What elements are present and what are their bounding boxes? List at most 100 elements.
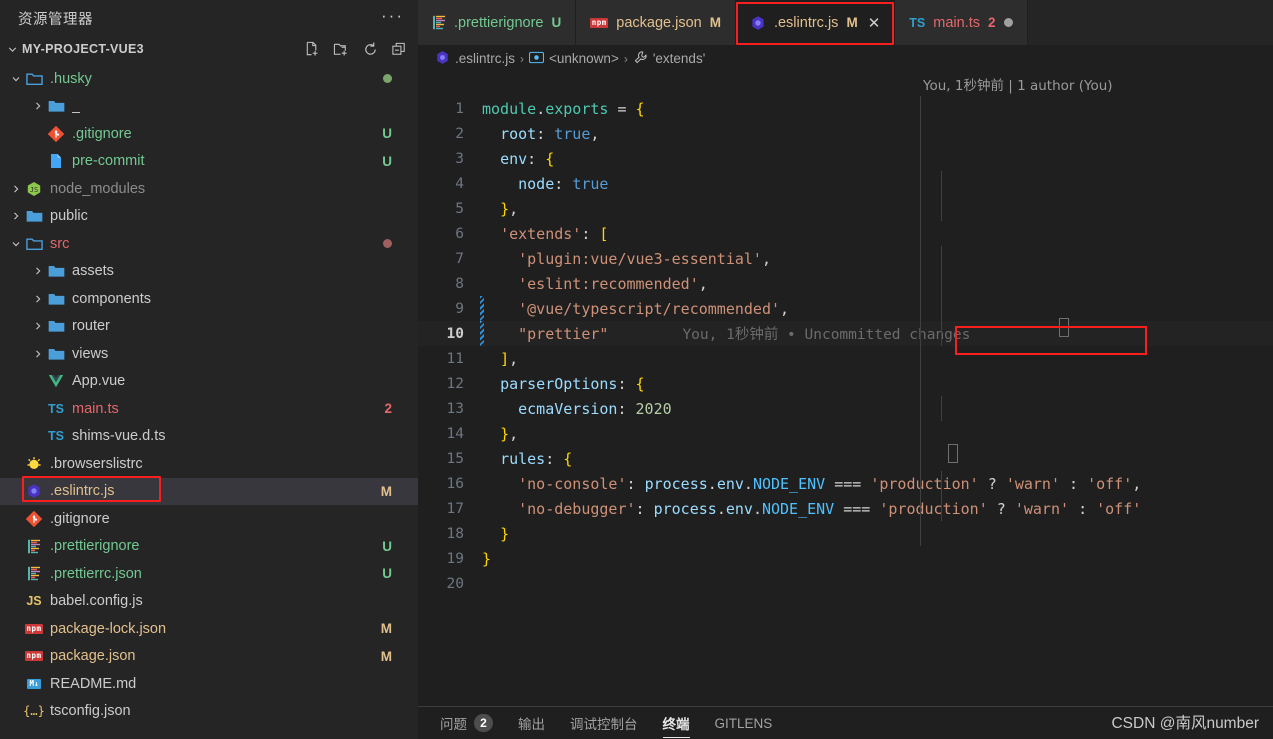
refresh-icon[interactable] <box>362 41 379 58</box>
tree-item-prettierrc-json[interactable]: .prettierrc.json U <box>0 560 418 588</box>
indent-guide <box>941 171 942 221</box>
chevron-right-icon[interactable] <box>8 181 24 197</box>
code-line[interactable]: 10 "prettier" You, 1秒钟前 • Uncommitted cha… <box>418 321 1273 346</box>
tree-item-label: App.vue <box>72 373 126 390</box>
tree-item-gitignore[interactable]: .gitignore U <box>0 120 418 148</box>
editor-tab-dirty-dot[interactable] <box>1003 18 1013 27</box>
chevron-right-icon[interactable] <box>30 318 46 334</box>
code-editor[interactable]: 1 module.exports = {2 root: true, 3 env: {… <box>418 96 1273 706</box>
line-number: 18 <box>446 525 464 542</box>
editor-tab-prettierignore[interactable]: .prettierignore U <box>418 0 577 45</box>
tree-item-label: src <box>50 235 70 252</box>
tree-item-prettierignore[interactable]: .prettierignore U <box>0 533 418 561</box>
tree-item-App-vue[interactable]: App.vue <box>0 368 418 396</box>
matching-bracket-highlight <box>1059 318 1069 337</box>
tree-item-router[interactable]: router <box>0 313 418 341</box>
folder-icon <box>46 262 66 280</box>
editor-tab-main-ts[interactable]: TS main.ts 2 <box>895 0 1028 45</box>
editor-tab-bar[interactable]: .prettierignore Unpm package.json M .eslintr… <box>418 0 1273 45</box>
tree-item-views[interactable]: views <box>0 340 418 368</box>
code-line[interactable]: 12 parserOptions: { <box>418 371 1273 396</box>
tree-item-tsconfig-json[interactable]: {…} tsconfig.json <box>0 698 418 726</box>
panel-tab-1[interactable]: 输出 <box>518 707 545 739</box>
eslint-icon <box>24 482 44 500</box>
editor-tab-package-json[interactable]: npm package.json M <box>576 0 736 45</box>
breadcrumb-member[interactable]: 'extends' <box>633 50 705 68</box>
chevron-down-icon[interactable] <box>8 71 24 87</box>
panel-tab-label: 输出 <box>518 717 545 732</box>
chevron-right-icon[interactable] <box>30 98 46 114</box>
chevron-down-icon[interactable] <box>4 41 20 57</box>
new-file-icon[interactable] <box>304 41 321 58</box>
project-root-header[interactable]: MY-PROJECT-VUE3 <box>0 36 418 62</box>
line-number: 7 <box>455 250 464 267</box>
tree-item-babel-config-js[interactable]: JS babel.config.js <box>0 588 418 616</box>
code-line[interactable]: 17 'no-debugger': process.env.NODE_ENV =… <box>418 496 1273 521</box>
code-line[interactable]: 18 } <box>418 521 1273 546</box>
tree-item-shims-vue-d-ts[interactable]: TS shims-vue.d.ts <box>0 423 418 451</box>
code-line-text: 'no-console': process.env.NODE_ENV === '… <box>518 474 1142 493</box>
eslint-icon <box>750 15 766 31</box>
tree-item-node_modules[interactable]: JS node_modules <box>0 175 418 203</box>
tree-item-label: .prettierrc.json <box>50 565 142 582</box>
breadcrumb-file-label: .eslintrc.js <box>455 51 516 66</box>
indent-guide <box>941 396 942 421</box>
panel-tab-4[interactable]: GITLENS <box>715 707 773 739</box>
breadcrumb-file[interactable]: .eslintrc.js <box>435 50 515 68</box>
code-line[interactable]: 11 ], <box>418 346 1273 371</box>
code-line[interactable]: 2 root: true, <box>418 121 1273 146</box>
tree-item-label: tsconfig.json <box>50 703 131 720</box>
code-line[interactable]: 15 rules: { <box>418 446 1273 471</box>
chevron-right-icon[interactable] <box>30 263 46 279</box>
tree-item-browserslistrc[interactable]: .browserslistrc <box>0 450 418 478</box>
tree-item-husky[interactable]: .husky <box>0 65 418 93</box>
panel-tab-0[interactable]: 问题 2 <box>440 707 493 739</box>
tree-item-README-md[interactable]: M↓ README.md <box>0 670 418 698</box>
panel-tab-3[interactable]: 终端 <box>662 707 690 739</box>
chevron-right-icon[interactable] <box>8 208 24 224</box>
tree-item-gitignore[interactable]: .gitignore <box>0 505 418 533</box>
code-line[interactable]: 4 node: true <box>418 171 1273 196</box>
tree-item-assets[interactable]: assets <box>0 258 418 286</box>
chevron-down-icon[interactable] <box>8 236 24 252</box>
code-line[interactable]: 3 env: { <box>418 146 1273 171</box>
breadcrumb[interactable]: .eslintrc.js › <unknown> › 'extends' <box>418 45 1273 72</box>
tree-item-_[interactable]: _ <box>0 93 418 121</box>
tree-item-src[interactable]: src <box>0 230 418 258</box>
chevron-right-icon[interactable] <box>30 346 46 362</box>
code-line[interactable]: 16 'no-console': process.env.NODE_ENV ==… <box>418 471 1273 496</box>
code-line[interactable]: 13 ecmaVersion: 2020 <box>418 396 1273 421</box>
code-line[interactable]: 14 }, <box>418 421 1273 446</box>
file-tree[interactable]: .husky _ .gitignore Upre-commit U JS node_modu… <box>0 62 418 739</box>
panel-tab-2[interactable]: 调试控制台 <box>570 707 638 739</box>
editor-tab-eslintrc-js[interactable]: .eslintrc.js M ✕ <box>735 0 896 45</box>
chevron-right-icon[interactable] <box>30 291 46 307</box>
close-icon[interactable]: ✕ <box>868 14 881 32</box>
tree-item-package-lock-json[interactable]: npm package-lock.json M <box>0 615 418 643</box>
collapse-all-icon[interactable] <box>391 41 408 58</box>
code-line[interactable]: 6 'extends': [ <box>418 221 1273 246</box>
code-line[interactable]: 20 <box>418 571 1273 596</box>
code-line-text: ], <box>500 349 519 368</box>
tree-item-pre-commit[interactable]: pre-commit U <box>0 148 418 176</box>
code-line[interactable]: 9 '@vue/typescript/recommended', <box>418 296 1273 321</box>
panel-tab-label: GITLENS <box>714 715 773 731</box>
code-line[interactable]: 5 }, <box>418 196 1273 221</box>
tree-item-label: assets <box>72 263 114 280</box>
line-number: 5 <box>455 200 464 217</box>
explorer-more-actions-button[interactable]: ··· <box>381 7 404 25</box>
breadcrumb-symbol[interactable]: <unknown> <box>529 51 619 67</box>
code-line[interactable]: 7 'plugin:vue/vue3-essential', <box>418 246 1273 271</box>
code-line[interactable]: 19} <box>418 546 1273 571</box>
tree-item-package-json[interactable]: npm package.json M <box>0 643 418 671</box>
code-line[interactable]: 8 'eslint:recommended', <box>418 271 1273 296</box>
bottom-panel-tabs[interactable]: 问题 2 输出 调试控制台 终端 GITLENS CSDN @南风number <box>418 706 1273 739</box>
tree-item-public[interactable]: public <box>0 203 418 231</box>
tree-item-main-ts[interactable]: TS main.ts 2 <box>0 395 418 423</box>
new-folder-icon[interactable] <box>333 41 350 58</box>
code-line[interactable]: 1 module.exports = { <box>418 96 1273 121</box>
tree-item-components[interactable]: components <box>0 285 418 313</box>
tree-item-eslintrc-js[interactable]: .eslintrc.js M <box>0 477 418 505</box>
